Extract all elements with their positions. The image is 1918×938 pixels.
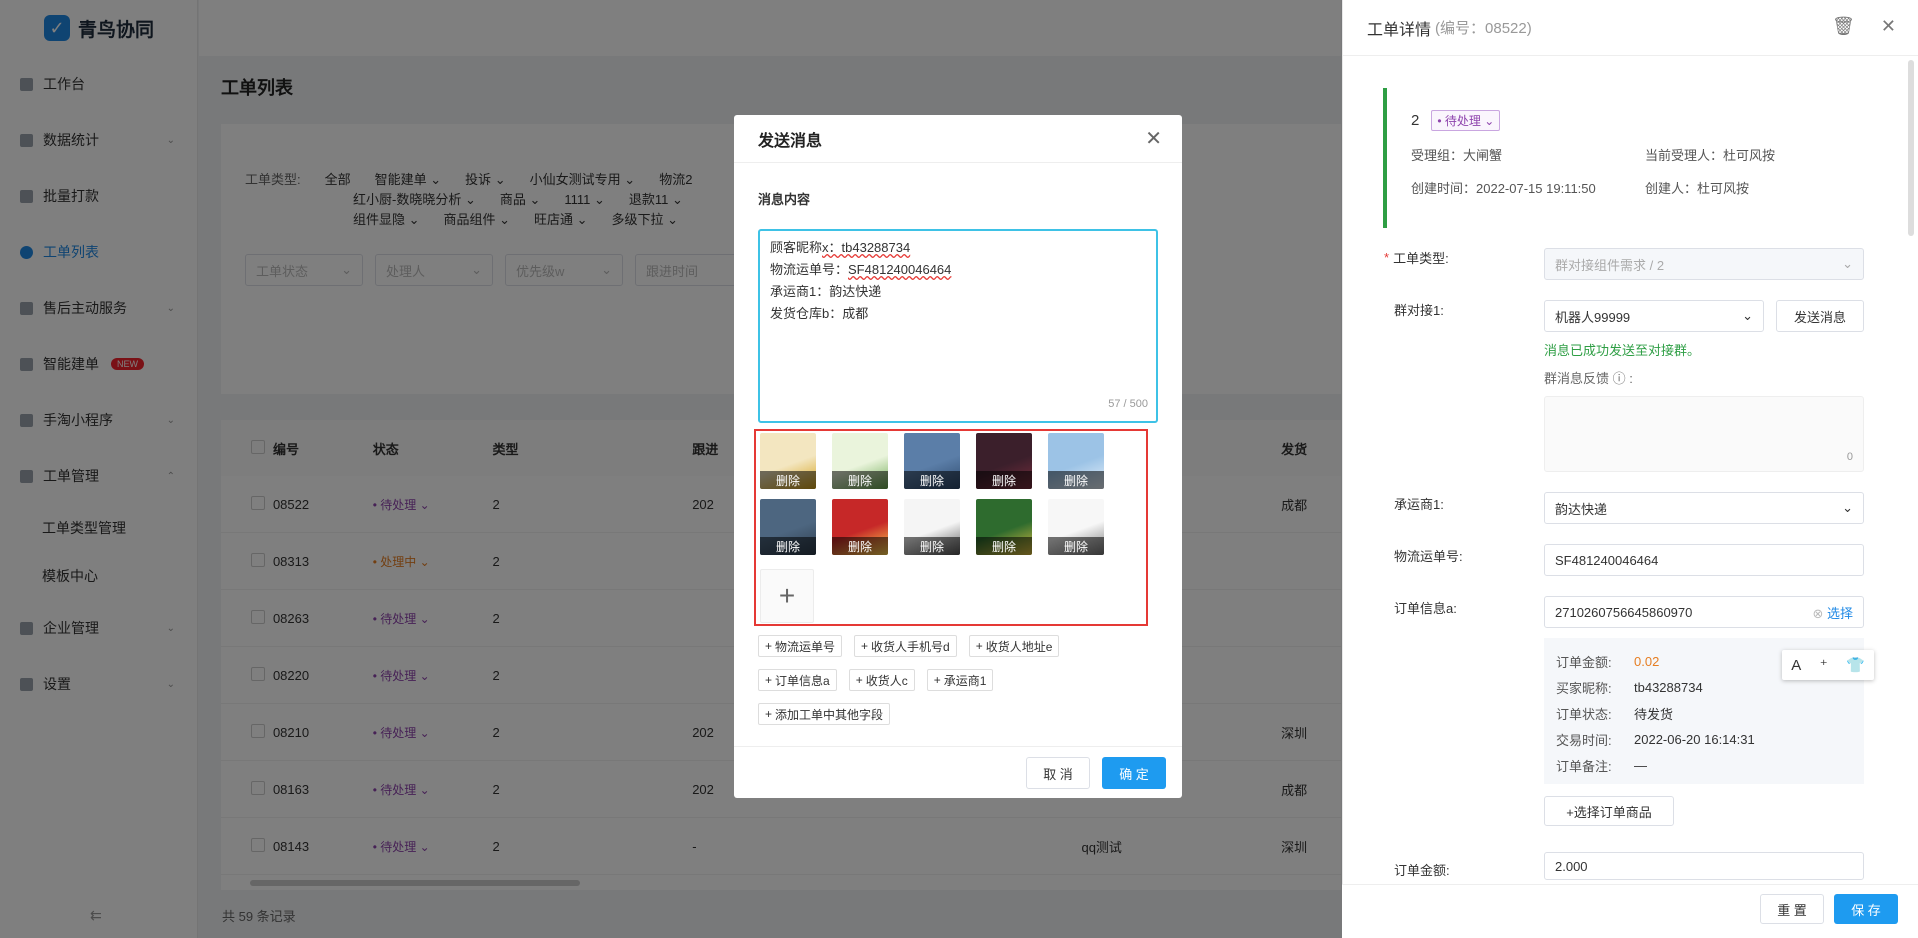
feedback-label: 群消息反馈 ⓘ : [1544,371,1633,386]
delete-image-button[interactable]: 删除 [976,537,1032,555]
feedback-textarea[interactable]: 0 [1544,396,1864,472]
order-label: 订单信息a: [1394,601,1457,616]
insert-receiver-tag[interactable]: + 收货人c [848,669,915,691]
confirm-button[interactable]: 确 定 [1102,757,1166,789]
dock-label: 群对接1: [1394,303,1444,318]
tracking-row: 物流运单号: [1394,546,1463,565]
dock-row: 群对接1: [1394,300,1444,319]
type-label: 工单类型: [1393,251,1449,266]
delete-image-button[interactable]: 删除 [1048,537,1104,555]
delete-image-button[interactable]: 删除 [760,537,816,555]
message-textarea[interactable]: 顾客昵称x：tb43288734 物流运单号：SF481240046464 承运… [758,229,1158,423]
order-status: 待发货 [1634,706,1674,722]
panel-title: 工单详情 [1367,21,1432,39]
leaves-image[interactable]: 删除 [832,433,888,489]
ticket-summary: 2 • 待处理 ⌄ 受理组：大闸蟹 当前受理人：杜可风按 创建时间：2022-07-… [1383,88,1869,228]
insert-order-tag[interactable]: + 订单信息a [758,669,837,691]
floating-toolbar: A ⁺ 👕 [1782,650,1874,680]
carrier-label: 承运商1: [1394,497,1444,512]
type-row: * 工单类型: [1384,250,1449,266]
buyer-nick: tb43288734 [1634,679,1703,695]
mountain-image[interactable]: 删除 [904,433,960,489]
order-input[interactable]: 2710260756645860970 ⊗ 选择 [1544,596,1864,628]
chevron-down-icon: ⌄ [1742,308,1753,323]
chevron-down-icon: ⌄ [1842,500,1853,515]
order-amount: 0.02 [1634,653,1660,669]
field-tags: + 物流运单号 + 收货人手机号d + 收货人地址e + 订单信息a + 收货人c + … [758,635,1158,737]
add-image-button[interactable]: + [760,569,814,623]
panel-scrollbar[interactable] [1908,60,1914,236]
cancel-button[interactable]: 取 消 [1026,757,1090,789]
delete-image-button[interactable]: 删除 [832,537,888,555]
order-select-link[interactable]: 选择 [1827,606,1853,621]
order-row: 订单信息a: [1394,598,1457,617]
amount-input[interactable]: 2.000 [1544,852,1864,880]
message-line: 顾客昵称x：tb43288734 [770,240,911,255]
chevron-down-icon: ⌄ [1842,256,1853,271]
send-message-button[interactable]: 发送消息 [1776,300,1864,332]
delete-image-button[interactable]: 删除 [760,471,816,489]
dialog-title: 发送消息 [734,115,1182,163]
type-select[interactable]: 群对接组件需求 / 2 ⌄ [1544,248,1864,280]
message-line: 承运商1：韵达快递 [770,284,882,299]
flag-image[interactable]: 删除 [832,499,888,555]
status-badge[interactable]: • 待处理 ⌄ [1431,110,1501,131]
add-other-field-tag[interactable]: + 添加工单中其他字段 [758,703,891,725]
carrier-row: 承运商1: [1394,494,1444,513]
assignee-text: 当前受理人：杜可风按 [1645,148,1776,163]
message-line: 物流运单号：SF481240046464 [770,262,952,277]
insert-carrier-tag[interactable]: + 承运商1 [926,669,994,691]
pick-goods-button[interactable]: +选择订单商品 [1544,796,1674,826]
close-icon[interactable]: ✕ [1145,129,1162,149]
city-image[interactable]: 删除 [760,499,816,555]
send-message-dialog: 发送消息 ✕ 消息内容 顾客昵称x：tb43288734 物流运单号：SF481… [734,115,1182,798]
tracking-input[interactable]: SF481240046464 [1544,544,1864,576]
sky-image[interactable]: 删除 [1048,433,1104,489]
delete-image-button[interactable]: 删除 [1048,471,1104,489]
delete-image-button[interactable]: 删除 [832,471,888,489]
insert-address-tag[interactable]: + 收货人地址e [968,635,1060,657]
anime-girl-image[interactable]: 删除 [976,433,1032,489]
notice-image[interactable]: 删除 [1048,499,1104,555]
close-icon[interactable]: ✕ [1881,16,1896,37]
panel-footer [1342,884,1918,938]
tracking-label: 物流运单号: [1394,549,1463,564]
delete-image-button[interactable]: 删除 [976,471,1032,489]
text-icon[interactable]: A [1791,657,1801,674]
green-poster-image[interactable]: 删除 [976,499,1032,555]
text-poster-image[interactable]: 删除 [904,499,960,555]
ticket-number: 2 [1411,112,1420,129]
delete-image-button[interactable]: 删除 [904,471,960,489]
message-line: 发货仓库b：成都 [770,306,869,321]
created-time-text: 创建时间：2022-07-15 19:11:50 [1411,181,1596,196]
reset-button[interactable]: 重 置 [1760,894,1824,924]
success-message: 消息已成功发送至对接群。 [1544,343,1701,358]
trash-icon[interactable]: 🗑 [1832,16,1855,37]
cursor-icon[interactable]: ⁺ [1820,656,1828,674]
feedback-counter: 0 [1846,451,1853,463]
shirt-icon[interactable]: 👕 [1846,656,1865,674]
amount-row: 订单金额: [1394,860,1450,879]
order-note: — [1634,757,1647,773]
dock-select[interactable]: 机器人99999 ⌄ [1544,300,1764,332]
char-counter: 57 / 500 [1108,398,1148,410]
insert-tracking-tag[interactable]: + 物流运单号 [758,635,843,657]
delete-image-button[interactable]: 删除 [904,537,960,555]
trophy-image[interactable]: 删除 [760,433,816,489]
trade-time: 2022-06-20 16:14:31 [1634,731,1755,747]
group-text: 受理组：大闸蟹 [1411,148,1503,163]
amount-label: 订单金额: [1394,863,1450,878]
creator-text: 创建人：杜可风按 [1645,181,1750,196]
clear-icon: ⊗ [1812,605,1824,621]
insert-phone-tag[interactable]: + 收货人手机号d [854,635,957,657]
image-upload-area: + 删除 删除 删除 删除 删除 删除 删除 删除 删除 删除 [754,429,1148,626]
dialog-footer: 取 消 确 定 [734,746,1182,798]
save-button[interactable]: 保 存 [1834,894,1898,924]
carrier-select[interactable]: 韵达快递 ⌄ [1544,492,1864,524]
panel-subtitle: (编号：08522) [1435,20,1532,37]
content-label: 消息内容 [758,192,811,207]
